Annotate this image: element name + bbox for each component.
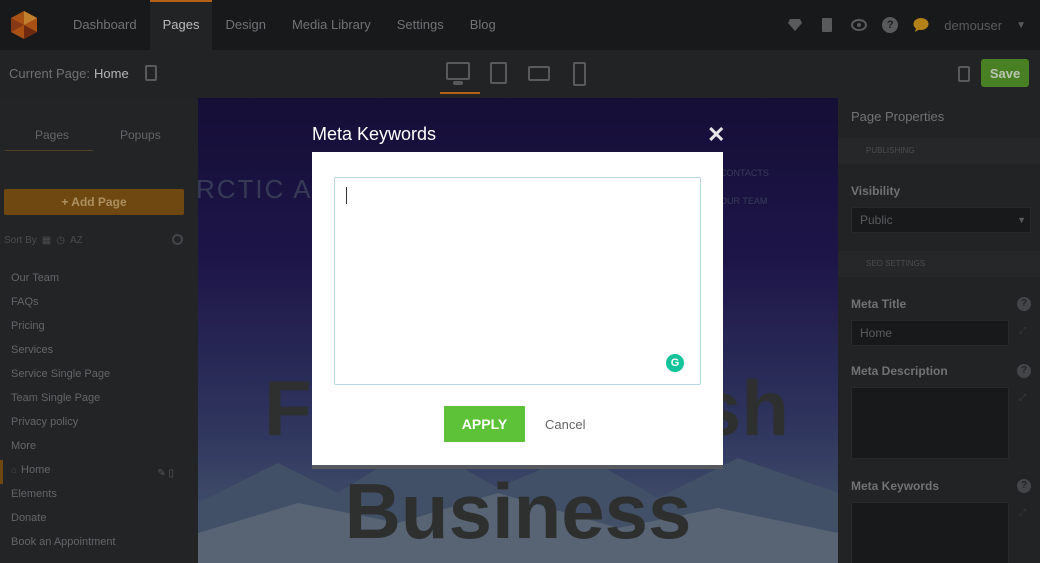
- text-cursor: [346, 187, 347, 204]
- meta-keywords-modal: G APPLY Cancel: [312, 152, 723, 469]
- close-icon[interactable]: ✕: [707, 124, 725, 146]
- grammarly-icon[interactable]: G: [666, 354, 684, 372]
- apply-button[interactable]: APPLY: [444, 406, 525, 442]
- modal-title: Meta Keywords: [312, 124, 437, 144]
- cancel-button[interactable]: Cancel: [545, 417, 585, 432]
- meta-keywords-textarea[interactable]: G: [334, 177, 701, 385]
